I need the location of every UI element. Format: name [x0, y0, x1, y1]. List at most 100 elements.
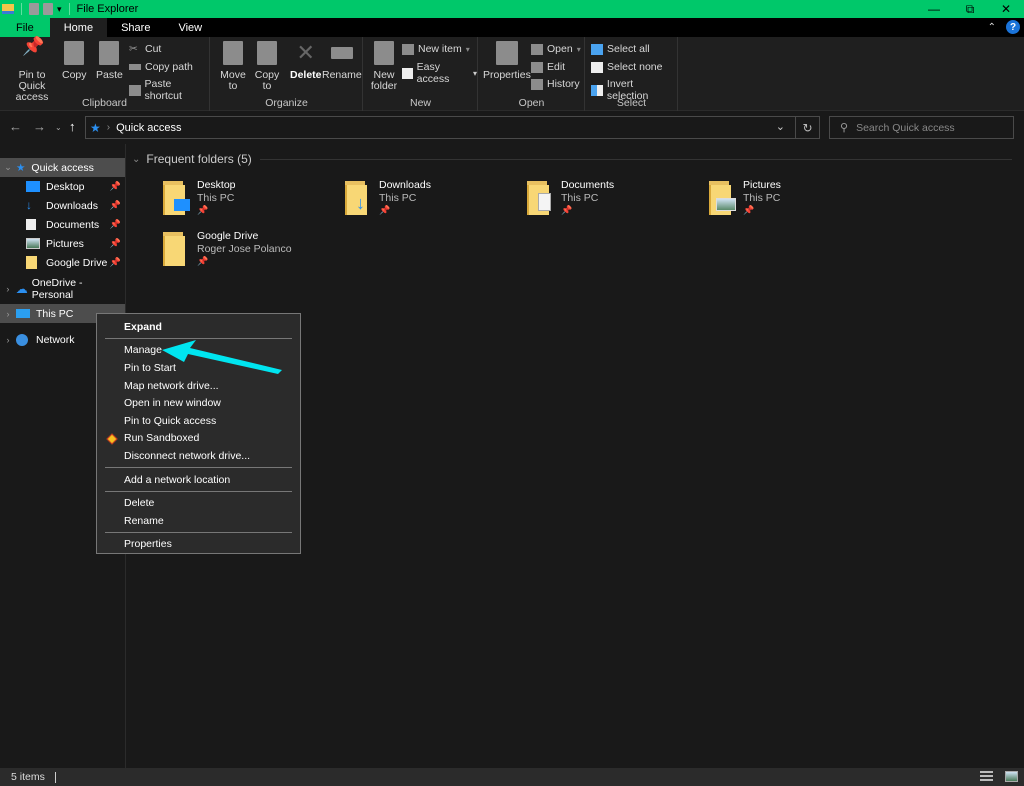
collapse-ribbon-icon[interactable]: ⌃	[988, 22, 996, 33]
document-overlay-icon	[538, 193, 551, 211]
copy-to-button[interactable]: Copy to	[253, 41, 281, 92]
menu-item-run-sandboxed[interactable]: Run Sandboxed	[97, 430, 300, 448]
easy-access-button[interactable]: Easy access ▾	[402, 61, 477, 85]
copy-path-icon	[129, 64, 141, 70]
forward-button[interactable]: →	[33, 119, 46, 134]
recent-locations-button[interactable]: ⌄	[55, 123, 62, 132]
details-view-button[interactable]	[980, 771, 993, 782]
divider	[54, 771, 56, 783]
close-button[interactable]: ✕	[988, 0, 1024, 18]
search-input[interactable]	[856, 121, 1007, 134]
organize-group-label: Organize	[265, 97, 308, 109]
delete-button[interactable]: ✕ Delete	[290, 41, 322, 81]
menu-item-map-network-drive[interactable]: Map network drive...	[97, 377, 300, 395]
nav-pictures[interactable]: Pictures 📌	[0, 234, 125, 253]
refresh-button[interactable]: ↻	[795, 117, 819, 138]
cut-button[interactable]: ✂ Cut	[129, 43, 161, 55]
nav-documents[interactable]: Documents 📌	[0, 215, 125, 234]
up-button[interactable]: ↑	[69, 119, 76, 134]
select-none-button[interactable]: Select none	[591, 61, 662, 73]
nav-quick-access[interactable]: ⌄ ★ Quick access	[0, 158, 125, 177]
copy-to-icon	[257, 41, 277, 65]
menu-item-expand[interactable]: Expand	[97, 318, 300, 336]
move-to-button[interactable]: Move to	[219, 41, 247, 92]
tab-share[interactable]: Share	[107, 18, 164, 37]
tab-view[interactable]: View	[164, 18, 216, 37]
cloud-icon: ☁	[15, 281, 28, 296]
folder-tile-pictures[interactable]: Pictures This PC 📌	[706, 179, 876, 224]
item-count: 5 items	[11, 771, 45, 783]
folder-tile-documents[interactable]: Documents This PC 📌	[524, 179, 694, 224]
folder-icon	[26, 256, 37, 269]
open-button[interactable]: Open ▾	[531, 43, 581, 55]
pin-icon: 📌	[197, 256, 209, 266]
paste-button[interactable]: Paste	[96, 41, 123, 81]
large-icons-view-button[interactable]	[1005, 771, 1018, 782]
rename-button[interactable]: Rename	[322, 41, 362, 81]
new-folder-button[interactable]: New folder	[370, 41, 398, 92]
restore-button[interactable]: ⧉	[952, 0, 988, 18]
menu-item-pin-to-quick-access[interactable]: Pin to Quick access	[97, 412, 300, 430]
copy-path-button[interactable]: Copy path	[129, 61, 193, 73]
menu-item-pin-to-start[interactable]: Pin to Start	[97, 359, 300, 377]
address-bar[interactable]: ★ › Quick access ⌄ ↻	[85, 116, 820, 139]
minimize-button[interactable]: —	[916, 0, 952, 18]
dropdown-arrow-icon: ▾	[465, 44, 470, 54]
menu-item-disconnect-network-drive[interactable]: Disconnect network drive...	[97, 447, 300, 465]
new-folder-icon[interactable]	[43, 3, 53, 15]
address-dropdown-icon[interactable]: ⌄	[776, 120, 785, 133]
picture-overlay-icon	[716, 198, 736, 211]
select-none-icon	[591, 61, 603, 73]
menu-item-properties[interactable]: Properties	[97, 536, 300, 554]
pin-to-quick-access-button[interactable]: 📌 Pin to Quick access	[4, 36, 60, 103]
edit-icon	[531, 61, 543, 73]
properties-button[interactable]: Properties	[483, 41, 531, 81]
tab-home[interactable]: Home	[49, 18, 108, 37]
scissors-icon: ✂	[129, 43, 138, 55]
menu-item-add-network-location[interactable]: Add a network location	[97, 471, 300, 489]
nav-downloads[interactable]: ↓ Downloads 📌	[0, 196, 125, 215]
folder-tile-google-drive[interactable]: Google Drive Roger Jose Polanco 📌	[160, 230, 330, 275]
breadcrumb-quick-access[interactable]: Quick access	[116, 122, 181, 134]
pin-icon: 📌	[22, 36, 45, 56]
expand-chevron-icon[interactable]: ›	[0, 335, 16, 345]
rename-icon	[330, 47, 353, 59]
pictures-icon	[26, 238, 40, 249]
collapse-chevron-icon[interactable]: ⌄	[132, 154, 140, 165]
copy-button[interactable]: Copy	[62, 41, 87, 81]
expand-chevron-icon[interactable]: ›	[0, 284, 16, 294]
nav-google-drive[interactable]: Google Drive 📌	[0, 253, 125, 272]
clipboard-group-label: Clipboard	[82, 97, 127, 109]
menu-item-rename[interactable]: Rename	[97, 512, 300, 530]
breadcrumb-chevron-icon[interactable]: ›	[107, 122, 110, 133]
edit-button[interactable]: Edit	[531, 61, 565, 73]
nav-desktop[interactable]: Desktop 📌	[0, 177, 125, 196]
properties-icon[interactable]	[29, 3, 39, 15]
tab-file[interactable]: File	[0, 18, 50, 37]
back-button[interactable]: ←	[9, 119, 22, 134]
pin-icon: 📌	[109, 181, 121, 191]
select-all-button[interactable]: Select all	[591, 43, 650, 55]
menu-item-delete[interactable]: Delete	[97, 494, 300, 512]
nav-onedrive[interactable]: › ☁ OneDrive - Personal	[0, 277, 125, 301]
expand-chevron-icon[interactable]: ›	[0, 309, 16, 319]
expand-chevron-icon[interactable]: ⌄	[0, 162, 16, 173]
navigation-bar: ← → ⌄ ↑ ★ › Quick access ⌄ ↻ ⚲	[0, 111, 1024, 144]
search-icon: ⚲	[840, 122, 849, 134]
documents-icon	[26, 219, 36, 230]
folder-tile-downloads[interactable]: ↓ Downloads This PC 📌	[342, 179, 512, 224]
star-icon: ★	[16, 161, 26, 174]
search-box[interactable]: ⚲	[829, 116, 1014, 139]
divider	[68, 3, 70, 15]
dropdown-arrow-icon: ▾	[576, 44, 581, 54]
history-button[interactable]: History	[531, 78, 580, 90]
help-icon[interactable]: ?	[1006, 20, 1020, 34]
frequent-folders-header[interactable]: ⌄ Frequent folders (5)	[132, 152, 1012, 166]
folder-tile-desktop[interactable]: Desktop This PC 📌	[160, 179, 330, 224]
clipboard-group: 📌 Pin to Quick access Copy Paste ✂ Cut C…	[0, 37, 210, 111]
menu-item-open-in-new-window[interactable]: Open in new window	[97, 394, 300, 412]
new-item-button[interactable]: New item ▾	[402, 43, 470, 55]
pin-icon: 📌	[561, 205, 573, 215]
menu-item-manage[interactable]: Manage	[97, 342, 300, 360]
customize-toolbar-icon[interactable]: ▾	[57, 4, 62, 15]
